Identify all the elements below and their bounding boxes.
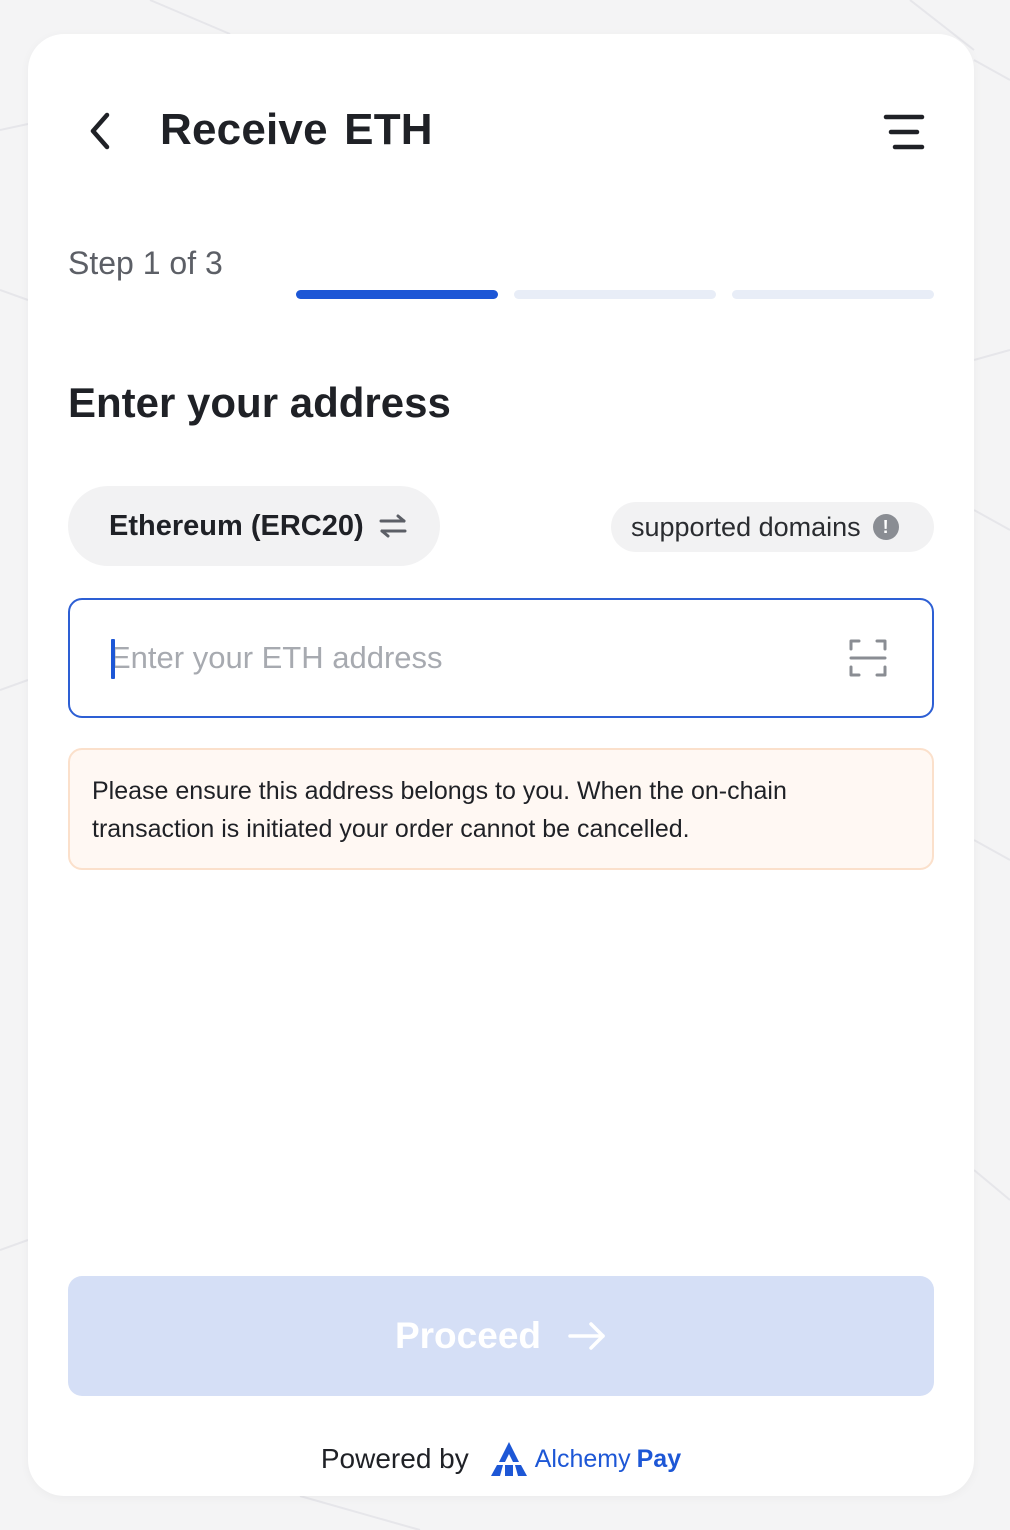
alchemy-pay-logo-icon <box>489 1440 529 1478</box>
info-icon: ! <box>872 514 899 540</box>
network-selector[interactable]: Ethereum (ERC20) <box>68 486 440 566</box>
brand-name-alchemy: Alchemy <box>534 1444 631 1473</box>
scan-button[interactable] <box>848 638 888 678</box>
address-input[interactable] <box>110 630 810 686</box>
proceed-label: Proceed <box>394 1315 541 1356</box>
scan-icon <box>849 639 887 677</box>
brand-name-pay: Pay <box>636 1444 682 1473</box>
swap-arrows-icon <box>378 513 408 539</box>
progress-segment-3 <box>732 290 934 299</box>
powered-by-label: Powered by <box>320 1443 469 1474</box>
back-button[interactable] <box>78 106 122 156</box>
footer: Powered by Alchemy Pay <box>28 1434 974 1484</box>
menu-button[interactable] <box>880 108 928 156</box>
progress-segment-2 <box>514 290 716 299</box>
network-label: Ethereum (ERC20) <box>109 509 364 542</box>
address-field <box>68 598 934 718</box>
menu-icon <box>883 114 925 150</box>
step-indicator: Step 1 of 3 <box>68 245 223 281</box>
arrow-right-icon <box>567 1321 607 1351</box>
text-cursor <box>111 639 115 679</box>
warning-text: Please ensure this address belongs to yo… <box>92 777 787 843</box>
proceed-button[interactable]: Proceed <box>68 1276 934 1396</box>
header: Receive ETH <box>28 34 974 224</box>
supported-domains-button[interactable]: supported domains ! <box>611 502 934 552</box>
progress-segment-1 <box>296 290 498 299</box>
warning-notice: Please ensure this address belongs to yo… <box>68 748 934 870</box>
supported-domains-label: supported domains <box>631 511 861 542</box>
chevron-left-icon <box>90 112 110 150</box>
progress-bar <box>296 290 934 300</box>
receive-card: Receive ETH Step 1 of 3 Enter your addre… <box>28 34 974 1496</box>
page-title: Receive ETH <box>160 105 433 154</box>
section-title: Enter your address <box>68 379 451 426</box>
